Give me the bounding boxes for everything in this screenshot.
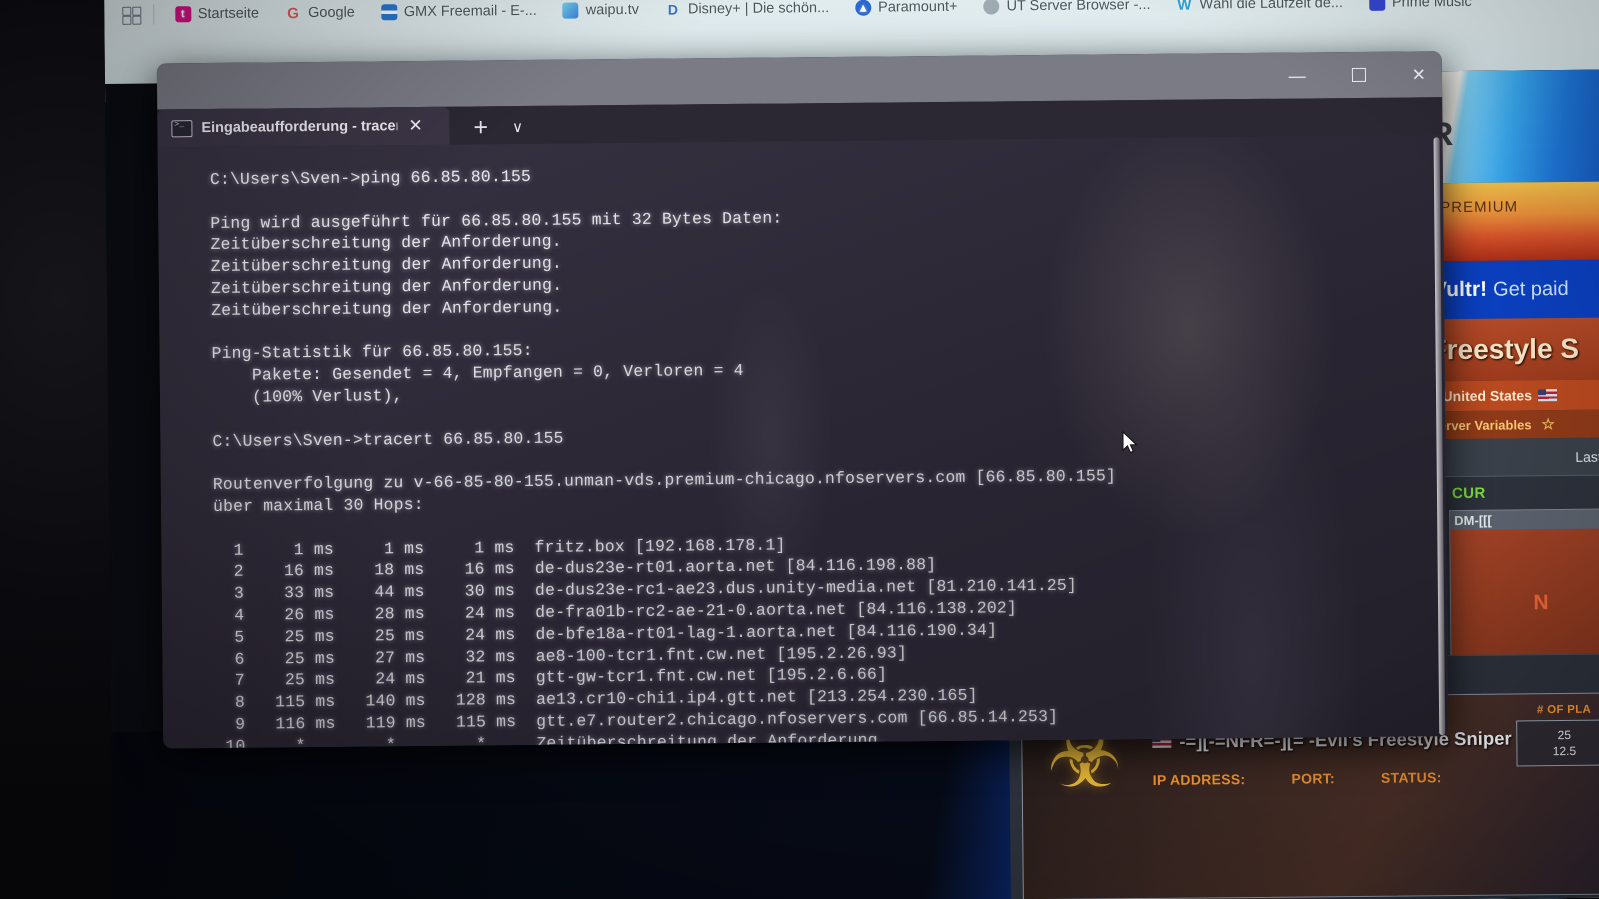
status-label: STATUS: xyxy=(1380,769,1442,786)
disney-plus-icon: D xyxy=(667,1,679,18)
bookmark-label: Prime Music xyxy=(1391,0,1472,11)
bookmark-startseite[interactable]: t Startseite xyxy=(162,0,273,29)
bookmark-google[interactable]: G Google xyxy=(272,0,368,28)
bookmark-label: waipu.tv xyxy=(585,1,640,19)
bookmark-ut-server-browser[interactable]: UT Server Browser -... xyxy=(970,0,1163,22)
minimize-button[interactable]: — xyxy=(1289,66,1306,85)
bookmark-label: Wähl die Laufzeit de... xyxy=(1199,0,1344,13)
bookmark-label: GMX Freemail - E-... xyxy=(403,2,537,21)
command-prompt-window[interactable]: — ✕ Eingabeaufforderung - tracer ✕ + ∨ C… xyxy=(156,51,1449,749)
terminal-output-text: C:\Users\Sven->ping 66.85.80.155 Ping wi… xyxy=(209,166,1117,749)
vultr-text: Get paid xyxy=(1492,277,1569,301)
bookmarks-bar: t Startseite G Google GMX Freemail - E-.… xyxy=(104,0,1599,38)
bookmark-waipu[interactable]: waipu.tv xyxy=(550,0,652,26)
bookmark-label: Disney+ | Die schön... xyxy=(687,0,830,18)
bookmark-label: UT Server Browser -... xyxy=(1006,0,1151,15)
last-seen-row: Last s xyxy=(1426,437,1599,478)
star-icon[interactable]: ☆ xyxy=(1541,415,1555,433)
server-location: n United States xyxy=(1425,379,1599,412)
paramount-icon: ▲ xyxy=(855,0,872,16)
premium-label: PREMIUM xyxy=(1440,198,1519,217)
bookmark-label: Startseite xyxy=(197,5,260,23)
us-flag-icon xyxy=(1537,389,1557,402)
port-label: PORT: xyxy=(1291,770,1336,787)
bookmark-wahl-laufzeit[interactable]: W Wähl die Laufzeit de... xyxy=(1163,0,1356,20)
site-logo-banner: R xyxy=(1422,69,1599,184)
current-map-section: CUR xyxy=(1427,475,1599,502)
players-value: 25 xyxy=(1557,727,1572,743)
current-map-heading-text: CUR xyxy=(1451,484,1486,503)
server-meta-row: IP ADDRESS: PORT: STATUS: xyxy=(1153,769,1442,788)
current-map-heading: CUR xyxy=(1434,483,1599,503)
map-name: DM-[[[ xyxy=(1450,509,1599,531)
console-icon xyxy=(171,119,193,137)
window-controls: — ✕ xyxy=(1288,51,1426,98)
apps-grid-icon[interactable] xyxy=(122,6,141,26)
players-count-label: # OF PLA xyxy=(1536,703,1592,717)
mouse-pointer-icon xyxy=(1122,431,1138,454)
players-value-2: 12.5 xyxy=(1552,743,1577,759)
chevron-down-icon[interactable]: ∨ xyxy=(512,118,523,144)
server-title: Freestyle S xyxy=(1429,332,1580,366)
server-variables-label: Server Variables xyxy=(1430,416,1532,433)
map-no-image-text: N xyxy=(1533,591,1549,615)
bookmark-prime-music[interactable]: Prime Music xyxy=(1356,0,1485,18)
bookmark-paramount[interactable]: ▲ Paramount+ xyxy=(842,0,971,23)
new-tab-button[interactable]: + xyxy=(473,113,488,144)
maximize-button[interactable] xyxy=(1351,67,1366,83)
close-button[interactable]: ✕ xyxy=(1412,65,1426,84)
premium-ad-banner[interactable]: PREMIUM xyxy=(1423,181,1599,262)
player-count-block: # OF PLA 25 12.5 xyxy=(1516,704,1599,767)
terminal-output-area[interactable]: C:\Users\Sven->ping 66.85.80.155 Ping wi… xyxy=(157,135,1449,749)
server-variables-tab[interactable]: Server Variables ☆ xyxy=(1426,409,1599,440)
location-text: n United States xyxy=(1429,387,1533,405)
server-title-banner: Freestyle S xyxy=(1425,317,1599,382)
close-tab-button[interactable]: ✕ xyxy=(408,116,422,136)
bookmark-gmx[interactable]: GMX Freemail - E-... xyxy=(368,0,550,27)
google-g-icon: G xyxy=(287,4,299,22)
gmx-icon xyxy=(380,4,397,21)
waipu-icon xyxy=(562,2,579,19)
bookmark-disney[interactable]: D Disney+ | Die schön... xyxy=(652,0,842,25)
t-online-icon: t xyxy=(174,6,191,23)
terminal-tab-title: Eingabeaufforderung - tracer xyxy=(201,118,398,137)
monitor-screen: t Startseite G Google GMX Freemail - E-.… xyxy=(104,0,1599,899)
player-count-values: 25 12.5 xyxy=(1516,719,1599,767)
terminal-tab[interactable]: Eingabeaufforderung - tracer ✕ xyxy=(157,106,450,148)
bookmark-label: Paramount+ xyxy=(878,0,958,16)
w-icon: W xyxy=(1177,0,1192,14)
divider xyxy=(152,4,154,25)
bookmark-label: Google xyxy=(307,4,355,22)
ut-globe-icon xyxy=(983,0,1000,15)
prime-music-icon xyxy=(1368,0,1386,11)
monitor-photo-backdrop: t Startseite G Google GMX Freemail - E-.… xyxy=(0,0,1599,899)
last-seen-label: Last s xyxy=(1575,448,1599,465)
ip-address-label: IP ADDRESS: xyxy=(1152,771,1246,788)
vultr-ad-banner[interactable]: Vultr! Get paid xyxy=(1424,259,1599,320)
